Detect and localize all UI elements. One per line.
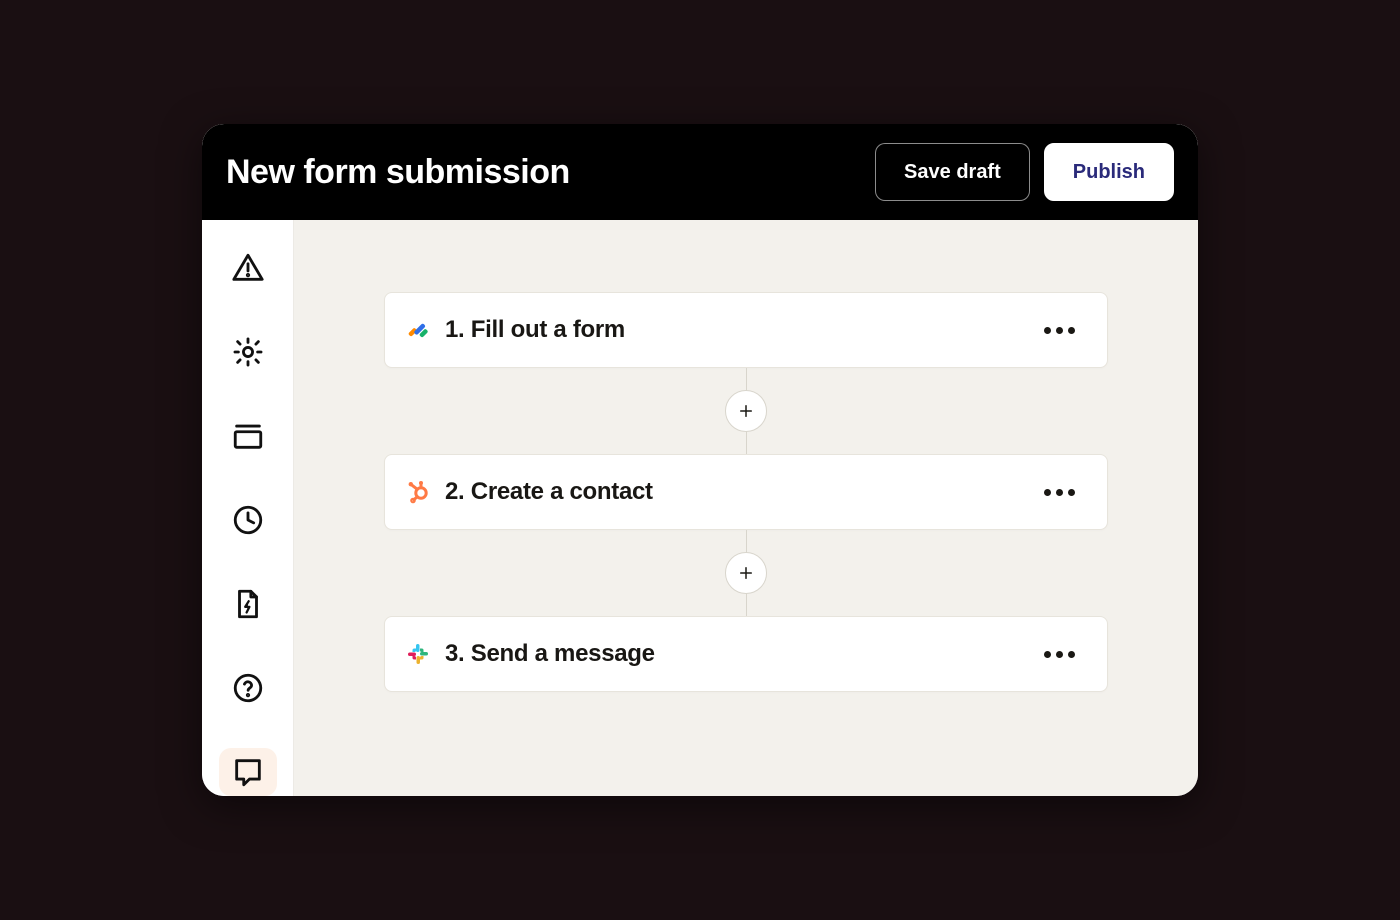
workflow-step[interactable]: 3. Send a message	[384, 616, 1108, 692]
workflow-flow: 1. Fill out a form	[384, 292, 1108, 692]
step-connector	[384, 368, 1108, 454]
sidebar-item-alerts[interactable]	[219, 244, 277, 292]
plus-icon	[737, 402, 755, 420]
dots-icon	[1044, 489, 1051, 496]
publish-button[interactable]: Publish	[1044, 143, 1174, 201]
sidebar-item-power[interactable]	[219, 580, 277, 628]
app-window: New form submission Save draft Publish	[202, 124, 1198, 796]
jotform-app-icon	[405, 317, 431, 343]
stack-icon	[231, 419, 265, 453]
sidebar-item-history[interactable]	[219, 496, 277, 544]
header-actions: Save draft Publish	[875, 143, 1174, 201]
step-label: 2. Create a contact	[445, 478, 653, 506]
dots-icon	[1044, 327, 1051, 334]
step-connector	[384, 530, 1108, 616]
header-bar: New form submission Save draft Publish	[202, 124, 1198, 220]
sidebar	[202, 220, 294, 796]
body: 1. Fill out a form	[202, 220, 1198, 796]
add-step-button[interactable]	[725, 390, 767, 432]
workflow-canvas: 1. Fill out a form	[294, 220, 1198, 796]
workflow-step[interactable]: 1. Fill out a form	[384, 292, 1108, 368]
step-more-button[interactable]	[1036, 643, 1083, 666]
sidebar-item-help[interactable]	[219, 664, 277, 712]
chat-icon	[231, 755, 265, 789]
alert-triangle-icon	[231, 251, 265, 285]
step-more-button[interactable]	[1036, 319, 1083, 342]
file-bolt-icon	[231, 587, 265, 621]
step-label: 1. Fill out a form	[445, 316, 625, 344]
workflow-step[interactable]: 2. Create a contact	[384, 454, 1108, 530]
slack-app-icon	[405, 641, 431, 667]
sidebar-item-chat[interactable]	[219, 748, 277, 796]
add-step-button[interactable]	[725, 552, 767, 594]
sidebar-item-settings[interactable]	[219, 328, 277, 376]
save-draft-button[interactable]: Save draft	[875, 143, 1030, 201]
step-more-button[interactable]	[1036, 481, 1083, 504]
sidebar-item-stack[interactable]	[219, 412, 277, 460]
gear-icon	[231, 335, 265, 369]
hubspot-app-icon	[405, 479, 431, 505]
plus-icon	[737, 564, 755, 582]
help-circle-icon	[231, 671, 265, 705]
step-label: 3. Send a message	[445, 640, 655, 668]
clock-icon	[231, 503, 265, 537]
page-title: New form submission	[226, 153, 570, 192]
dots-icon	[1044, 651, 1051, 658]
